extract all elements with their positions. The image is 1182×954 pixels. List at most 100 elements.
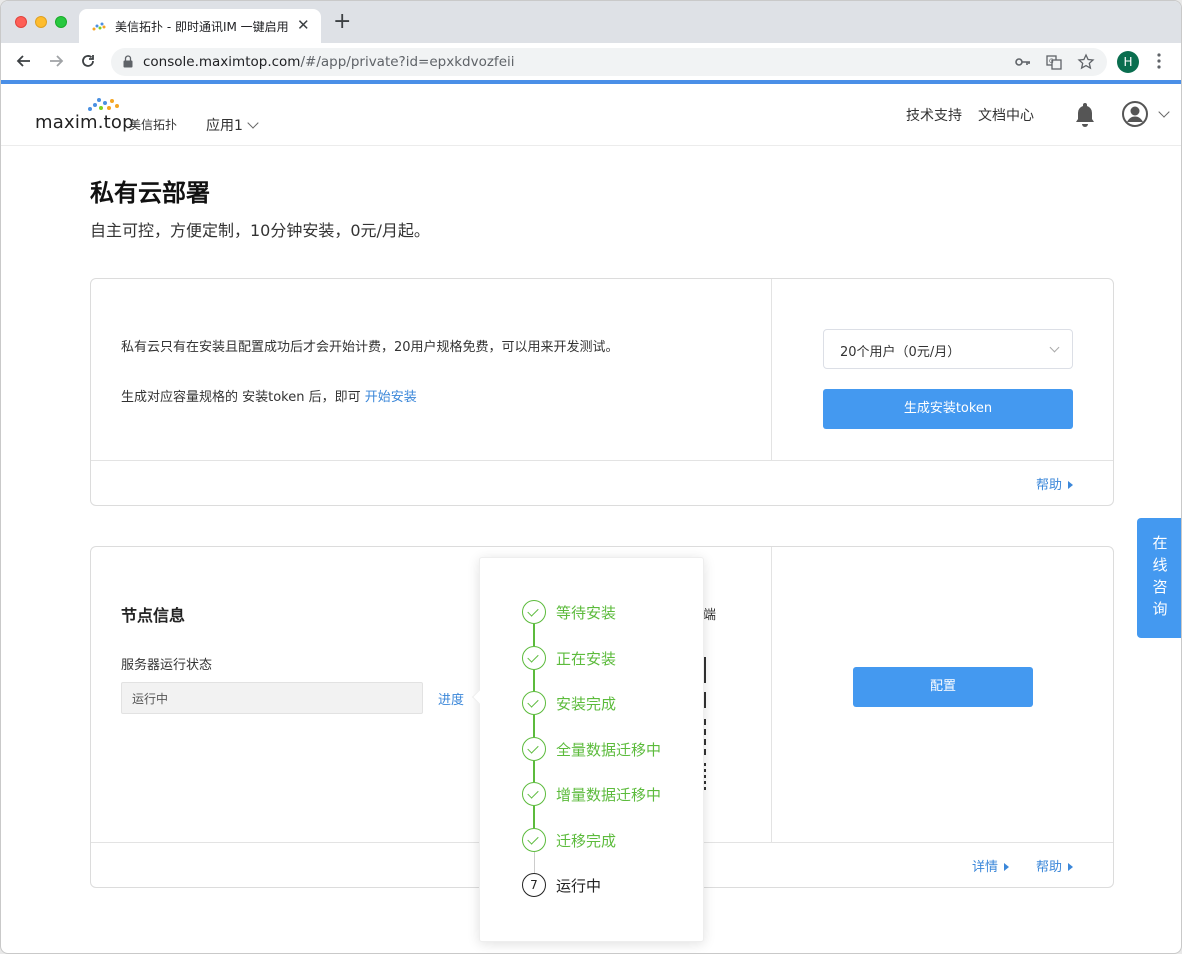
- check-icon: [527, 605, 539, 617]
- check-icon: [527, 650, 539, 663]
- logo-dots-icon: [88, 98, 119, 111]
- consult-label-char: 询: [1152, 600, 1168, 618]
- generate-token-button[interactable]: 生成安装token: [823, 389, 1073, 429]
- progress-step: 增量数据迁移中: [522, 782, 702, 806]
- progress-step: 7 运行中: [522, 873, 702, 897]
- progress-link[interactable]: 进度: [438, 689, 464, 708]
- check-icon: [527, 832, 539, 845]
- server-status-label: 服务器运行状态: [121, 658, 213, 673]
- progress-step-label: 增量数据迁移中: [556, 786, 662, 804]
- obscured-indicator: [704, 719, 706, 759]
- progress-step-label: 迁移完成: [556, 831, 617, 850]
- caret-right-icon: [1068, 481, 1074, 489]
- favicon-icon: [92, 22, 106, 31]
- forward-icon[interactable]: [46, 51, 66, 71]
- browser-tab-active[interactable]: 美信拓扑 - 即时通讯IM 一键启用 ✕: [79, 9, 321, 43]
- progress-step-label: 全量数据迁移中: [556, 740, 662, 759]
- url-text: console.maximtop.com/#/app/private?id=ep…: [143, 54, 515, 70]
- card-divider: [771, 279, 772, 460]
- back-icon[interactable]: [14, 51, 34, 71]
- bell-icon[interactable]: [1074, 101, 1096, 127]
- obscured-indicator: [704, 692, 706, 708]
- check-icon: [527, 696, 539, 708]
- help-link[interactable]: 帮助: [1036, 856, 1074, 875]
- step-connector: [533, 806, 535, 828]
- billing-note: 私有云只有在安装且配置成功后才会开始计费，20用户规格免费，可以用来开发测试。: [121, 340, 619, 355]
- card-divider: [771, 547, 772, 842]
- close-window-button[interactable]: [15, 16, 27, 28]
- logo-cn-text: 美信拓扑: [129, 118, 178, 132]
- progress-step-label: 正在安装: [556, 649, 617, 668]
- page-title: 私有云部署: [90, 179, 210, 207]
- config-button[interactable]: 配置: [853, 667, 1033, 707]
- tab-close-icon[interactable]: ✕: [297, 16, 310, 34]
- progress-step-label: 运行中: [556, 877, 602, 895]
- install-note: 生成对应容量规格的 安装token 后，即可 开始安装: [121, 390, 417, 405]
- start-install-link[interactable]: 开始安装: [365, 390, 417, 405]
- docs-center-link[interactable]: 文档中心: [978, 105, 1034, 125]
- step-connector: [533, 760, 535, 782]
- step-connector: [533, 669, 535, 691]
- logo-text[interactable]: maxim.top: [35, 112, 134, 133]
- check-circle-icon: [522, 645, 546, 670]
- app-header: maxim.top 美信拓扑 应用1 技术支持 文档中心: [1, 84, 1181, 146]
- progress-step-label: 等待安装: [556, 604, 617, 622]
- progress-step-label: 安装完成: [556, 695, 617, 713]
- step-connector: [533, 715, 535, 737]
- step-connector: [534, 851, 535, 873]
- server-status-field: 运行中: [121, 682, 423, 714]
- zoom-window-button[interactable]: [55, 16, 67, 28]
- app-selector-dropdown[interactable]: 应用1: [206, 115, 259, 135]
- more-vert-icon[interactable]: [1157, 53, 1161, 69]
- consult-label-char: 在: [1152, 534, 1168, 552]
- consult-label-char: 咨: [1152, 578, 1168, 596]
- token-card: 私有云只有在安装且配置成功后才会开始计费，20用户规格免费，可以用来开发测试。 …: [90, 278, 1114, 506]
- help-link[interactable]: 帮助: [1036, 474, 1074, 493]
- bookmark-star-icon[interactable]: [1077, 53, 1095, 71]
- chevron-down-icon: [247, 117, 259, 129]
- node-info-title: 节点信息: [121, 606, 186, 625]
- progress-step: 全量数据迁移中: [522, 736, 702, 761]
- step-number: 7: [530, 878, 538, 892]
- progress-step: 安装完成: [522, 691, 702, 715]
- check-circle-icon: [522, 600, 546, 624]
- check-icon: [527, 741, 539, 754]
- check-icon: [527, 787, 539, 799]
- page-subtitle: 自主可控，方便定制，10分钟安装，0元/月起。: [90, 221, 430, 240]
- step-number-circle: 7: [522, 873, 546, 897]
- check-circle-icon: [522, 736, 546, 761]
- profile-avatar[interactable]: H: [1117, 51, 1139, 73]
- card-footer-divider: [91, 460, 1113, 461]
- tech-support-link[interactable]: 技术支持: [906, 105, 962, 125]
- details-link[interactable]: 详情: [972, 856, 1010, 875]
- svg-text:G: G: [1049, 58, 1054, 65]
- capacity-select-value: 20个用户（0元/月）: [840, 345, 961, 360]
- chevron-down-icon: [1049, 342, 1060, 353]
- obscured-indicator: [704, 657, 706, 683]
- server-status-value: 运行中: [132, 692, 169, 706]
- obscured-indicator: [704, 763, 706, 793]
- browser-toolbar: console.maximtop.com/#/app/private?id=ep…: [1, 43, 1181, 80]
- progress-popover: 等待安装正在安装安装完成全量数据迁移中 增量数据迁移中 迁移完成 7 运行中: [471, 557, 704, 942]
- reload-icon[interactable]: [78, 51, 98, 71]
- user-menu-chevron-icon[interactable]: [1158, 106, 1170, 118]
- check-circle-icon: [522, 691, 546, 715]
- tab-title: 美信拓扑 - 即时通讯IM 一键启用: [115, 20, 289, 34]
- obscured-label-text: 端: [703, 608, 717, 623]
- browser-window: 美信拓扑 - 即时通讯IM 一键启用 ✕ + console.maximtop.…: [0, 0, 1182, 954]
- step-connector: [533, 624, 535, 646]
- key-icon[interactable]: [1014, 53, 1032, 71]
- online-consult-button[interactable]: 在线咨询: [1137, 518, 1181, 638]
- new-tab-button[interactable]: +: [333, 11, 351, 33]
- address-bar[interactable]: console.maximtop.com/#/app/private?id=ep…: [111, 48, 1107, 76]
- translate-icon[interactable]: G: [1045, 53, 1063, 71]
- progress-step: 正在安装: [522, 645, 702, 670]
- caret-right-icon: [1004, 863, 1010, 871]
- minimize-window-button[interactable]: [35, 16, 47, 28]
- progress-step: 等待安装: [522, 600, 702, 624]
- capacity-select[interactable]: 20个用户（0元/月）: [823, 329, 1073, 369]
- caret-right-icon: [1068, 863, 1074, 871]
- check-circle-icon: [522, 782, 546, 806]
- consult-label-char: 线: [1152, 556, 1168, 574]
- user-avatar-icon[interactable]: [1122, 101, 1148, 127]
